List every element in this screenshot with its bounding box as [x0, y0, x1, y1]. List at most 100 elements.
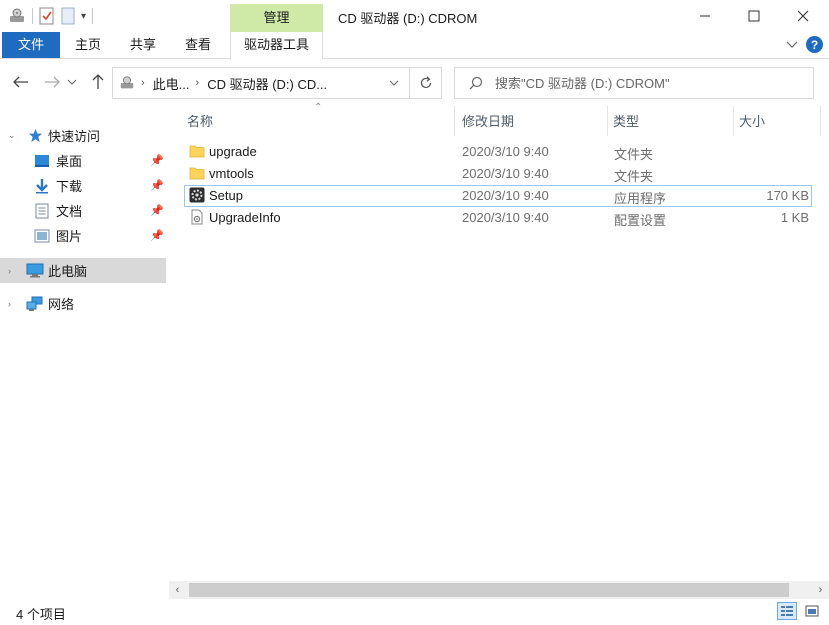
refresh-icon — [420, 76, 431, 89]
scroll-right-button[interactable]: › — [812, 581, 829, 599]
desktop-icon — [34, 154, 50, 168]
navigation-bar: › 此电... › CD 驱动器 (D:) CD... — [0, 62, 829, 102]
close-icon — [797, 10, 809, 22]
column-header-size[interactable]: 大小 — [739, 112, 819, 142]
file-row[interactable]: vmtools 2020/3/10 9:40 文件夹 — [184, 163, 812, 185]
quick-access-toolbar: ▾ — [8, 6, 94, 26]
file-row[interactable]: upgrade 2020/3/10 9:40 文件夹 — [184, 141, 812, 163]
nav-label: 文档 — [56, 204, 83, 219]
column-divider[interactable] — [607, 106, 608, 136]
maximize-button[interactable] — [731, 0, 777, 32]
back-button[interactable] — [11, 72, 31, 92]
nav-item-downloads[interactable]: 下载 📌 — [0, 173, 166, 198]
large-icons-view-button[interactable] — [802, 602, 822, 620]
tab-file[interactable]: 文件 — [2, 32, 60, 58]
chevron-down-icon — [67, 79, 77, 85]
details-view-button[interactable] — [777, 602, 797, 620]
pin-icon[interactable]: 📌 — [150, 179, 164, 192]
document-icon — [35, 203, 49, 219]
search-input[interactable] — [495, 75, 795, 91]
file-explorer-window: ▾ 管理 CD 驱动器 (D:) CDROM 文件 主页 共享 查看 驱动器工具… — [0, 0, 829, 625]
help-button[interactable]: ? — [806, 36, 823, 53]
context-group-manage: 管理 — [230, 4, 323, 32]
file-date: 2020/3/10 9:40 — [462, 188, 549, 203]
file-name: Setup — [209, 188, 243, 203]
ribbon-right-controls: ? — [786, 36, 823, 53]
column-divider[interactable] — [454, 106, 455, 136]
forward-button[interactable] — [42, 72, 62, 92]
refresh-button[interactable] — [409, 68, 441, 98]
column-header-date[interactable]: 修改日期 — [462, 112, 607, 142]
customize-toolbar-icon[interactable]: ▾ — [81, 11, 86, 22]
maximize-icon — [748, 10, 760, 22]
nav-network[interactable]: › 网络 — [0, 291, 166, 316]
search-icon — [469, 76, 483, 90]
nav-label: 下载 — [56, 179, 83, 194]
minimize-button[interactable] — [682, 0, 728, 32]
close-button[interactable] — [780, 0, 826, 32]
folder-icon — [189, 143, 205, 159]
file-row[interactable]: Setup 2020/3/10 9:40 应用程序 170 KB — [184, 185, 812, 207]
breadcrumb-this-pc[interactable]: 此电... — [153, 74, 190, 93]
nav-quick-access[interactable]: ⌄ 快速访问 — [0, 123, 166, 148]
file-row[interactable]: UpgradeInfo 2020/3/10 9:40 配置设置 1 KB — [184, 207, 812, 229]
file-date: 2020/3/10 9:40 — [462, 166, 549, 181]
ribbon-tab-bar: 文件 主页 共享 查看 驱动器工具 ? — [0, 32, 829, 59]
file-type: 文件夹 — [614, 147, 654, 162]
recent-locations-button[interactable] — [65, 72, 79, 92]
nav-label: 图片 — [56, 229, 83, 244]
download-icon — [34, 178, 50, 194]
tab-home[interactable]: 主页 — [64, 32, 112, 58]
toolbar-separator — [92, 8, 94, 24]
scrollbar-thumb[interactable] — [189, 583, 789, 597]
nav-label: 桌面 — [56, 154, 83, 169]
column-divider[interactable] — [820, 106, 821, 136]
pin-icon[interactable]: 📌 — [150, 229, 164, 242]
file-size: 1 KB — [780, 210, 809, 225]
nav-item-pictures[interactable]: 图片 📌 — [0, 223, 166, 248]
pin-icon[interactable]: 📌 — [150, 154, 164, 167]
drive-icon[interactable] — [8, 7, 26, 25]
network-icon — [26, 296, 44, 312]
file-type: 配置设置 — [614, 213, 667, 228]
expand-chevron-icon[interactable]: › — [8, 266, 11, 276]
up-arrow-icon — [92, 74, 104, 89]
scroll-left-button[interactable]: ‹ — [169, 581, 186, 599]
minimize-icon — [700, 15, 710, 17]
chevron-down-icon[interactable] — [786, 37, 798, 52]
expand-chevron-icon[interactable]: › — [8, 299, 11, 309]
breadcrumb-cd-drive[interactable]: CD 驱动器 (D:) CD... — [207, 74, 327, 93]
horizontal-scrollbar[interactable]: ‹ › — [169, 581, 829, 599]
search-box[interactable] — [454, 67, 814, 99]
expand-chevron-icon[interactable]: ⌄ — [8, 130, 16, 141]
column-header-name[interactable]: 名称 — [187, 112, 453, 142]
up-button[interactable] — [88, 72, 108, 92]
column-divider[interactable] — [733, 106, 734, 136]
folder-icon — [189, 165, 205, 181]
nav-label: 网络 — [48, 297, 75, 312]
tab-view[interactable]: 查看 — [174, 32, 222, 58]
tab-share[interactable]: 共享 — [119, 32, 167, 58]
window-title: CD 驱动器 (D:) CDROM — [338, 11, 478, 26]
config-file-icon — [189, 209, 205, 225]
pin-icon[interactable]: 📌 — [150, 204, 164, 217]
navigation-pane: ⌄ 快速访问 桌面 📌 下载 📌 文档 📌 图片 📌 › 此电脑 › 网络 — [0, 110, 166, 590]
address-dropdown-button[interactable] — [389, 79, 399, 87]
address-bar[interactable]: › 此电... › CD 驱动器 (D:) CD... — [112, 67, 442, 99]
tab-drive-tools[interactable]: 驱动器工具 — [230, 32, 323, 59]
file-name: upgrade — [209, 144, 257, 159]
nav-item-documents[interactable]: 文档 📌 — [0, 198, 166, 223]
setup-app-icon — [189, 187, 205, 203]
status-bar: 4 个项目 — [0, 600, 829, 625]
item-count: 4 个项目 — [16, 607, 66, 622]
file-name: UpgradeInfo — [209, 210, 281, 225]
file-type: 文件夹 — [614, 169, 654, 184]
nav-item-desktop[interactable]: 桌面 📌 — [0, 148, 166, 173]
star-icon — [28, 128, 43, 143]
column-header-type[interactable]: 类型 — [613, 112, 733, 142]
pictures-icon — [34, 229, 50, 243]
nav-this-pc[interactable]: › 此电脑 — [0, 258, 166, 283]
new-folder-icon[interactable] — [61, 7, 75, 25]
properties-icon[interactable] — [39, 7, 55, 25]
drive-icon — [119, 75, 135, 91]
